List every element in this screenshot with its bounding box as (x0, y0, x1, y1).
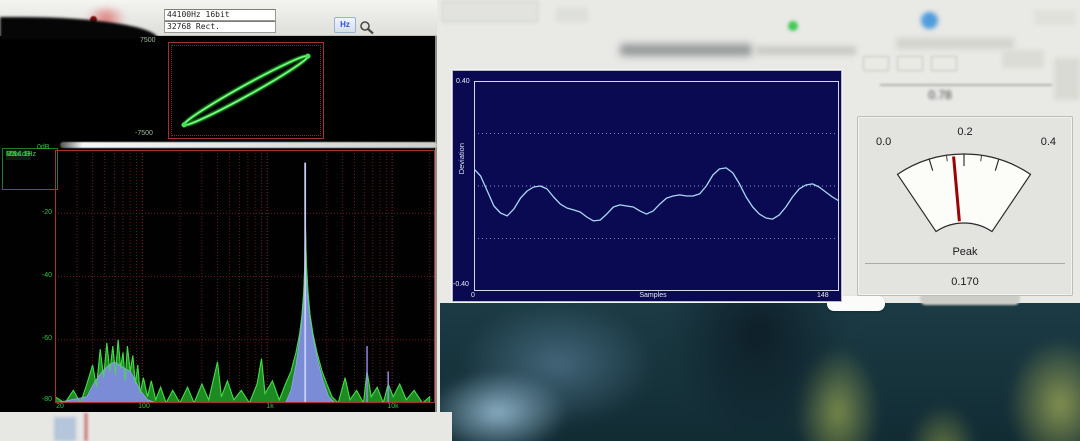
peak-meter-panel: 0.0 0.2 0.4 Peak 0.170 (857, 116, 1073, 296)
spectrum-y-tick: -80 (34, 396, 52, 404)
oscilloscope-window: 7500 -7500 (0, 36, 437, 145)
lissajous-plot (169, 43, 323, 138)
blurred-accent-mark (84, 413, 88, 441)
lissajous-trace (179, 50, 313, 130)
hz-toggle-button[interactable]: Hz (334, 17, 356, 33)
deviation-axis-title: Deviation (457, 143, 466, 174)
blurred-toolbar (896, 38, 1014, 49)
max-level: -25.1dB (6, 150, 31, 160)
spectrum-x-tick: 100 (134, 403, 154, 411)
scope-y-min-label: -7500 (135, 130, 153, 138)
spectrum-x-tick: 20 (52, 403, 68, 411)
deviation-panel: 0.40 -0.40 Deviation 0 Samples 148 (452, 70, 842, 302)
blurred-value-readout: 0.78 (905, 88, 975, 102)
blurred-app-icon (921, 12, 938, 29)
deviation-x-axis-label: Samples (568, 292, 738, 300)
spectrum-y-tick: -40 (34, 272, 52, 280)
spectrum-y-tick: -20 (34, 209, 52, 217)
wallpaper-scene (440, 303, 1080, 441)
blurred-window-fragment (1054, 58, 1080, 100)
blurred-button[interactable] (1002, 50, 1044, 68)
spectrum-x-tick: 10k (383, 403, 403, 411)
spectrum-y-tick: -60 (34, 335, 52, 343)
deviation-x-end: 148 (817, 292, 829, 300)
blurred-taskbar-icon[interactable] (54, 417, 76, 441)
deviation-x-start: 0 (471, 292, 475, 300)
status-green-dot-icon (788, 21, 798, 31)
window-separator-band (60, 142, 437, 148)
desktop: 0.78 Wave:44100Hz 16bit FFT:32768 Rect. … (0, 0, 1080, 441)
plot-border (475, 82, 839, 291)
gauge-divider (865, 263, 1065, 264)
spectrum-window: Max 2014.1Hz -25.1dB 0dB -20 -40 -60 -80… (0, 145, 437, 412)
spectrum-y-top-label: 0dB (37, 144, 49, 152)
gauge-reading: 0.170 (858, 276, 1072, 288)
blurred-field (756, 46, 856, 55)
spectrum-blue-area (55, 245, 430, 403)
max-readout-box: Max 2014.1Hz -25.1dB (2, 148, 58, 190)
gauge-caption: Peak (858, 246, 1072, 258)
desktop-wallpaper (440, 303, 1080, 441)
fft-settings-field[interactable]: 32768 Rect. (164, 21, 276, 33)
deviation-y-max: 0.40 (456, 78, 470, 86)
blurred-button[interactable] (863, 56, 889, 71)
blurred-window-fragment (1034, 10, 1076, 25)
blurred-window-fragment (556, 8, 588, 22)
blurred-window-tab (442, 1, 538, 22)
deviation-trace (474, 168, 839, 221)
deviation-y-min: -0.40 (453, 281, 469, 289)
deviation-plot (474, 81, 839, 291)
blurred-button[interactable] (931, 56, 957, 71)
magnifier-icon[interactable] (359, 20, 375, 36)
blurred-field (620, 44, 752, 56)
blurred-button[interactable] (897, 56, 923, 71)
scope-plot-frame (168, 42, 324, 139)
scope-y-max-label: 7500 (140, 37, 156, 45)
blurred-divider (880, 84, 1052, 86)
spectrum-x-tick: 1k (261, 403, 279, 411)
spectrum-plot (55, 150, 435, 403)
background-window-strip (0, 412, 452, 441)
gauge-scale-max: 0.4 (1041, 136, 1056, 148)
wave-format-field[interactable]: 44100Hz 16bit (164, 9, 276, 21)
lissajous-glow (182, 52, 311, 130)
